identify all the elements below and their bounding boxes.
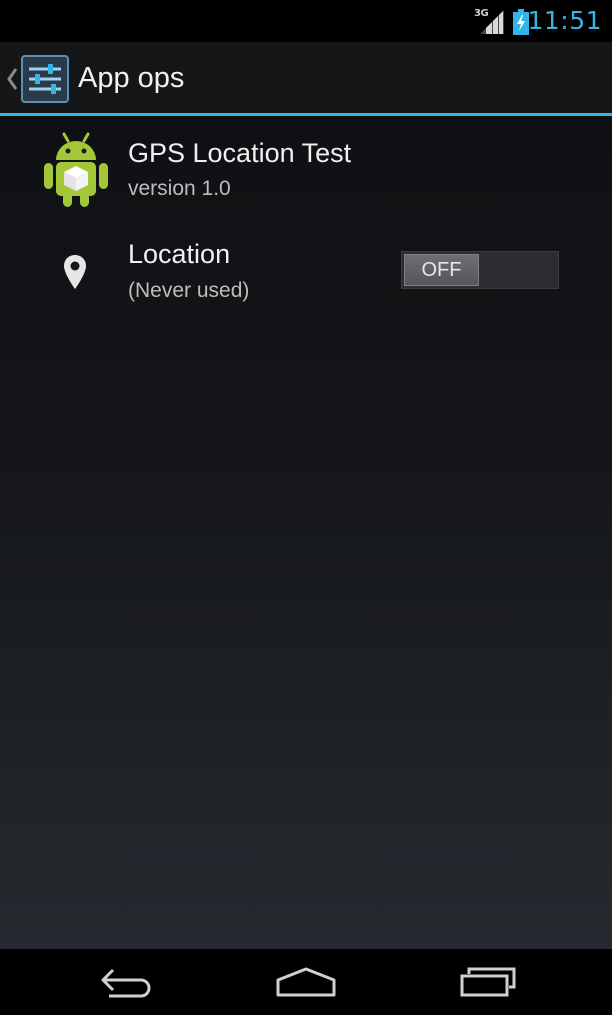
caret-left-icon xyxy=(7,68,18,90)
op-summary: (Never used) xyxy=(128,279,250,302)
status-bar: 3G 11:51 xyxy=(0,0,612,42)
content-area: GPS Location Test version 1.0 Location (… xyxy=(0,116,612,949)
clock: 11:51 xyxy=(527,6,602,35)
home-button[interactable] xyxy=(246,949,366,1015)
navigation-bar xyxy=(0,949,612,1015)
toggle-thumb: OFF xyxy=(404,254,479,286)
location-toggle[interactable]: OFF xyxy=(401,251,559,289)
recents-button[interactable] xyxy=(428,949,548,1015)
network-indicator: 3G xyxy=(474,8,504,34)
op-row-location[interactable]: Location (Never used) OFF xyxy=(0,234,612,314)
app-version: version 1.0 xyxy=(128,177,231,200)
screen: 3G 11:51 App ops GPS Location Test versi… xyxy=(0,0,612,1015)
settings-sliders-icon xyxy=(21,55,69,103)
action-bar: App ops xyxy=(0,42,612,116)
back-button[interactable] xyxy=(67,949,187,1015)
back-arrow-icon xyxy=(101,968,151,998)
app-name: GPS Location Test xyxy=(128,138,352,168)
app-header: GPS Location Test version 1.0 xyxy=(0,116,612,216)
signal-bars-icon xyxy=(480,10,504,34)
android-robot-icon xyxy=(44,132,108,207)
page-title: App ops xyxy=(78,62,185,94)
op-title: Location xyxy=(128,239,231,269)
recent-apps-icon xyxy=(460,967,516,997)
location-pin-icon xyxy=(64,255,86,289)
home-icon xyxy=(276,967,336,997)
up-button[interactable]: App ops xyxy=(0,42,200,116)
